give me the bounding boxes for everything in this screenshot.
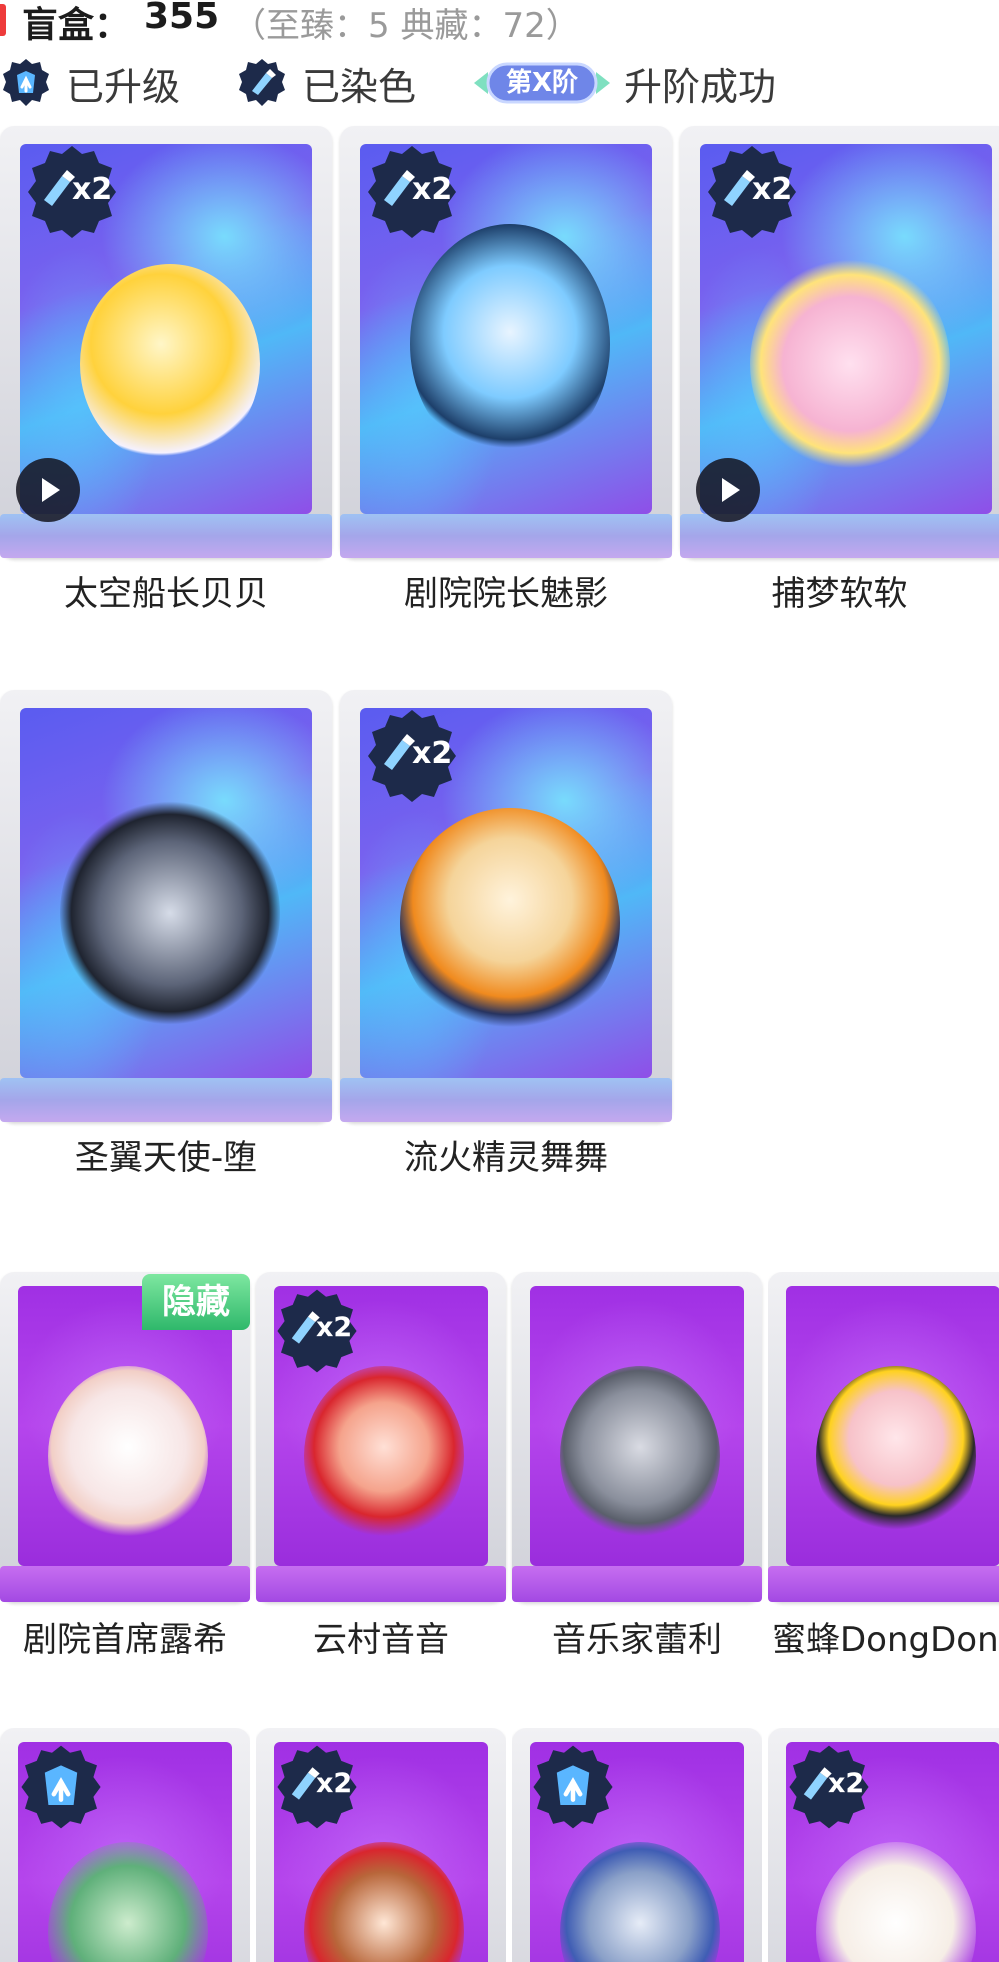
- collection-card[interactable]: x2 剧院院长魅影: [340, 126, 672, 626]
- legend-dyed-label: 已染色: [302, 64, 417, 109]
- upgrade-badge: [16, 1742, 106, 1832]
- blindbox-count: 355: [144, 0, 220, 37]
- character-figure: [304, 1842, 464, 1962]
- item-name: 蜜蜂DongDong: [772, 1620, 999, 1660]
- dye-multiplier: x2: [752, 172, 793, 207]
- item-name: 圣翼天使-堕: [74, 1138, 258, 1178]
- dye-multiplier: x2: [828, 1768, 865, 1799]
- collection-card[interactable]: 音乐家蕾利: [512, 1272, 762, 1672]
- play-button[interactable]: [696, 458, 760, 522]
- dye-badge: x2: [22, 142, 122, 242]
- character-figure: [750, 254, 950, 474]
- character-figure: [816, 1366, 976, 1546]
- collection-card[interactable]: x2: [768, 1728, 999, 1962]
- collection-card[interactable]: x2 捕梦软软: [680, 126, 999, 626]
- item-name: 太空船长贝贝: [64, 574, 268, 614]
- card-base: [768, 1566, 999, 1602]
- dye-multiplier: x2: [316, 1312, 353, 1343]
- card-base: [0, 1078, 332, 1122]
- item-name: 剧院首席露希: [23, 1620, 227, 1660]
- collection-card[interactable]: 隐藏 剧院首席露希: [0, 1272, 250, 1672]
- badge-legend: 已升级 已染色 第X阶 升阶成功: [0, 48, 999, 118]
- card-base: [0, 1566, 250, 1602]
- card-base: [340, 1078, 672, 1122]
- tier-pill-icon: 第X阶: [474, 60, 610, 106]
- card-panel: [786, 1286, 999, 1566]
- item-name: 流火精灵舞舞: [404, 1138, 608, 1178]
- card-base: [256, 1566, 506, 1602]
- character-figure: [400, 808, 620, 1038]
- dye-badge: x2: [784, 1742, 874, 1832]
- character-figure: [560, 1366, 720, 1546]
- dye-badge: x2: [362, 142, 462, 242]
- dye-badge: x2: [362, 706, 462, 806]
- dye-multiplier: x2: [412, 736, 453, 771]
- dye-multiplier: x2: [316, 1768, 353, 1799]
- character-figure: [410, 224, 610, 464]
- character-figure: [60, 798, 280, 1028]
- dye-multiplier: x2: [72, 172, 113, 207]
- dye-multiplier: x2: [412, 172, 453, 207]
- legend-tier-label: 升阶成功: [624, 64, 777, 109]
- accent-bar: [0, 4, 6, 36]
- legend-upgraded-label: 已升级: [66, 64, 181, 109]
- collection-card[interactable]: 圣翼天使-堕: [0, 690, 332, 1190]
- legend-dyed: 已染色: [236, 56, 416, 110]
- collection-card[interactable]: [512, 1728, 762, 1962]
- legend-tier: 第X阶 升阶成功: [474, 56, 776, 110]
- character-figure: [304, 1366, 464, 1546]
- character-figure: [816, 1842, 976, 1962]
- legend-upgraded: 已升级: [0, 56, 180, 110]
- dye-badge: x2: [702, 142, 802, 242]
- collection-card[interactable]: x2 流火精灵舞舞: [340, 690, 672, 1190]
- dye-badge: x2: [272, 1286, 362, 1376]
- card-panel: [530, 1286, 744, 1566]
- collection-card[interactable]: x2 云村音音: [256, 1272, 506, 1672]
- hidden-tag: 隐藏: [142, 1274, 250, 1330]
- blindbox-breakdown: （至臻：5 典藏：72）: [232, 6, 580, 46]
- upgrade-badge-icon: [0, 57, 52, 109]
- collection-card[interactable]: x2 太空船长贝贝: [0, 126, 332, 626]
- tier-pill-label: 第X阶: [505, 68, 579, 98]
- blindbox-title: 盲盒：: [22, 5, 131, 46]
- item-name: 音乐家蕾利: [552, 1620, 722, 1660]
- card-base: [340, 514, 672, 558]
- collection-card[interactable]: [0, 1728, 250, 1962]
- item-name: 云村音音: [313, 1620, 449, 1660]
- card-base: [512, 1566, 762, 1602]
- page-header: 盲盒： 355 （至臻：5 典藏：72）: [0, 0, 999, 46]
- collection-card[interactable]: 蜜蜂DongDong: [768, 1272, 999, 1672]
- character-figure: [560, 1842, 720, 1962]
- play-button[interactable]: [16, 458, 80, 522]
- character-figure: [80, 264, 260, 464]
- character-figure: [48, 1842, 208, 1962]
- item-name: 捕梦软软: [771, 574, 908, 614]
- dye-badge-icon: [236, 57, 288, 109]
- item-name: 剧院院长魅影: [404, 574, 608, 614]
- character-figure: [48, 1366, 208, 1546]
- card-panel: [20, 708, 312, 1078]
- upgrade-badge: [528, 1742, 618, 1832]
- dye-badge: x2: [272, 1742, 362, 1832]
- collection-card[interactable]: x2: [256, 1728, 506, 1962]
